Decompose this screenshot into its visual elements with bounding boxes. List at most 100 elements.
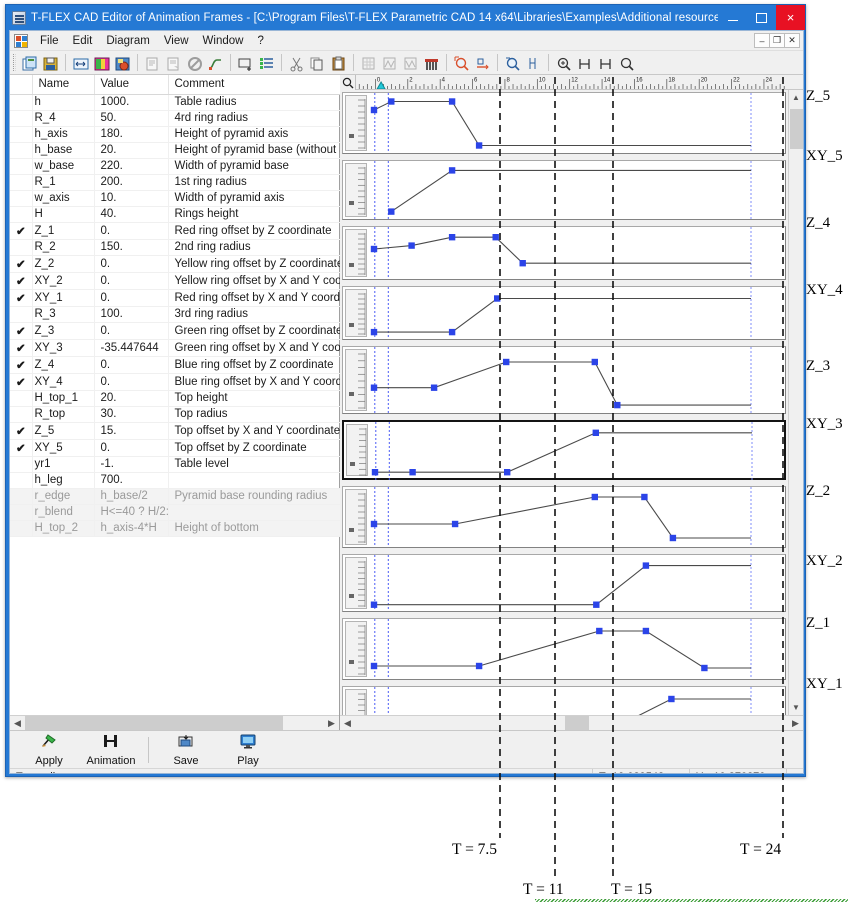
- close-button[interactable]: ×: [776, 5, 805, 30]
- diagram-scroll-thumb[interactable]: [565, 716, 589, 730]
- fit-width-icon[interactable]: [70, 53, 90, 73]
- track-plot[interactable]: [369, 161, 785, 219]
- move-axis-icon[interactable]: [472, 53, 492, 73]
- column-header-value[interactable]: Value: [94, 75, 169, 95]
- image-icon[interactable]: [91, 53, 111, 73]
- graph-track-row[interactable]: [342, 226, 786, 280]
- row-checkmark-icon[interactable]: ✔: [10, 373, 33, 391]
- table-row[interactable]: H 40. Rings height: [10, 206, 341, 223]
- row-checkbox-empty[interactable]: [10, 94, 33, 111]
- graph-track-row[interactable]: [342, 286, 786, 340]
- menu-item-edit[interactable]: Edit: [66, 33, 100, 49]
- toolbar-grip[interactable]: [13, 54, 16, 71]
- parameter-value[interactable]: 150.: [94, 239, 169, 256]
- table-row[interactable]: ✔ XY_5 0. Top offset by Z coordinate: [10, 439, 341, 457]
- row-checkbox-empty[interactable]: [10, 390, 33, 407]
- table-row[interactable]: ✔ Z_4 0. Blue ring offset by Z coordinate: [10, 356, 341, 374]
- track-value-scale[interactable]: [345, 95, 367, 151]
- save-icon[interactable]: [40, 53, 60, 73]
- column-header-comment[interactable]: Comment: [168, 75, 341, 95]
- table-row[interactable]: h_leg 700.: [10, 472, 341, 489]
- table-row[interactable]: w_base 220. Width of pyramid base: [10, 158, 341, 175]
- track-plot[interactable]: [369, 93, 785, 153]
- columns-icon[interactable]: [421, 53, 441, 73]
- mdi-close-button[interactable]: ✕: [784, 33, 800, 48]
- row-checkbox-empty[interactable]: [10, 239, 33, 256]
- mdi-restore-button[interactable]: ❐: [769, 33, 785, 48]
- parameter-value[interactable]: 0.: [94, 272, 169, 290]
- parameter-value[interactable]: 0.: [94, 439, 169, 457]
- track-plot[interactable]: [369, 555, 785, 611]
- table-row[interactable]: R_top 30. Top radius: [10, 406, 341, 423]
- table-row[interactable]: ✔ Z_3 0. Green ring offset by Z coordinate: [10, 322, 341, 340]
- parameter-value[interactable]: 50.: [94, 110, 169, 127]
- scroll-left-arrow-icon[interactable]: ◀: [10, 716, 25, 730]
- record-icon[interactable]: [112, 53, 132, 73]
- table-row[interactable]: yr1 -1. Table level: [10, 456, 341, 473]
- table-row[interactable]: ✔ Z_2 0. Yellow ring offset by Z coordinate: [10, 255, 341, 273]
- table-row[interactable]: r_edge h_base/2 Pyramid base rounding radi…: [10, 488, 341, 505]
- parameter-value[interactable]: 15.: [94, 422, 169, 440]
- parameter-value[interactable]: 0.: [94, 255, 169, 273]
- menu-item-file[interactable]: File: [33, 33, 66, 49]
- table-row[interactable]: ✔ XY_3 -35.447644 Green ring offset by X an…: [10, 339, 341, 357]
- save-button[interactable]: Save: [155, 732, 217, 768]
- graph-track-row[interactable]: [342, 486, 786, 548]
- parameter-value[interactable]: 30.: [94, 406, 169, 423]
- parameter-value[interactable]: h_axis-4*H: [94, 520, 169, 537]
- table-row[interactable]: r_blendH<=40 ? H/2:H/4: [10, 504, 341, 521]
- row-checkbox-empty[interactable]: [10, 206, 33, 223]
- scroll-thumb[interactable]: [25, 716, 283, 730]
- row-checkbox-empty[interactable]: [10, 190, 33, 207]
- list-properties-icon[interactable]: [256, 53, 276, 73]
- parameter-value[interactable]: 20.: [94, 390, 169, 407]
- track-value-scale[interactable]: [345, 163, 367, 217]
- parameter-value[interactable]: -35.447644: [94, 339, 169, 357]
- parameter-value[interactable]: 100.: [94, 306, 169, 323]
- scroll-right-arrow-icon[interactable]: ▶: [324, 716, 339, 730]
- graph-track-row[interactable]: [342, 92, 786, 154]
- zoom-select-icon[interactable]: [451, 53, 471, 73]
- row-checkbox-empty[interactable]: [10, 174, 33, 191]
- wave-icon[interactable]: [379, 53, 399, 73]
- play-button[interactable]: Play: [217, 732, 279, 768]
- parameter-value[interactable]: 0.: [94, 289, 169, 307]
- row-checkbox-empty[interactable]: [10, 110, 33, 127]
- graph-track-row[interactable]: [342, 554, 786, 612]
- parameter-value[interactable]: 0.: [94, 322, 169, 340]
- table-row[interactable]: R_1 200. 1st ring radius: [10, 174, 341, 191]
- new-document-icon[interactable]: [19, 53, 39, 73]
- paste-icon[interactable]: [328, 53, 348, 73]
- minimize-button[interactable]: [718, 5, 747, 30]
- row-checkbox-empty[interactable]: [10, 126, 33, 143]
- table-row[interactable]: w_axis 10. Width of pyramid axis: [10, 190, 341, 207]
- mdi-minimize-button[interactable]: –: [754, 33, 770, 48]
- track-plot[interactable]: [369, 347, 785, 413]
- scroll-up-arrow-icon[interactable]: ▲: [789, 90, 804, 105]
- table-row[interactable]: H_top_2 h_axis-4*H Height of bottom: [10, 520, 341, 537]
- diagram-scroll-right-arrow-icon[interactable]: ▶: [788, 716, 803, 730]
- row-checkmark-icon[interactable]: ✔: [10, 255, 33, 273]
- parameter-value[interactable]: 700.: [94, 472, 169, 489]
- column-header-name[interactable]: Name: [32, 75, 95, 95]
- table-row[interactable]: H_top_1 20. Top height: [10, 390, 341, 407]
- track-plot[interactable]: [369, 487, 785, 547]
- graph-area[interactable]: [340, 90, 788, 715]
- parameter-value[interactable]: 10.: [94, 190, 169, 207]
- row-checkbox-empty[interactable]: [10, 472, 33, 489]
- track-plot[interactable]: [369, 227, 785, 279]
- track-value-scale[interactable]: [346, 424, 368, 476]
- parameter-value[interactable]: -1.: [94, 456, 169, 473]
- row-checkmark-icon[interactable]: ✔: [10, 422, 33, 440]
- table-row[interactable]: h_base 20. Height of pyramid base (without…: [10, 142, 341, 159]
- row-checkmark-icon[interactable]: ✔: [10, 272, 33, 290]
- measure-icon[interactable]: [523, 53, 543, 73]
- fit-vertical-icon[interactable]: [595, 53, 615, 73]
- grid-snap-icon[interactable]: [358, 53, 378, 73]
- parameter-value[interactable]: 20.: [94, 142, 169, 159]
- row-checkbox-empty[interactable]: [10, 306, 33, 323]
- cut-icon[interactable]: [286, 53, 306, 73]
- row-checkbox-empty[interactable]: [10, 504, 33, 521]
- column-header-check[interactable]: [10, 75, 33, 95]
- zoom-in-icon[interactable]: [553, 53, 573, 73]
